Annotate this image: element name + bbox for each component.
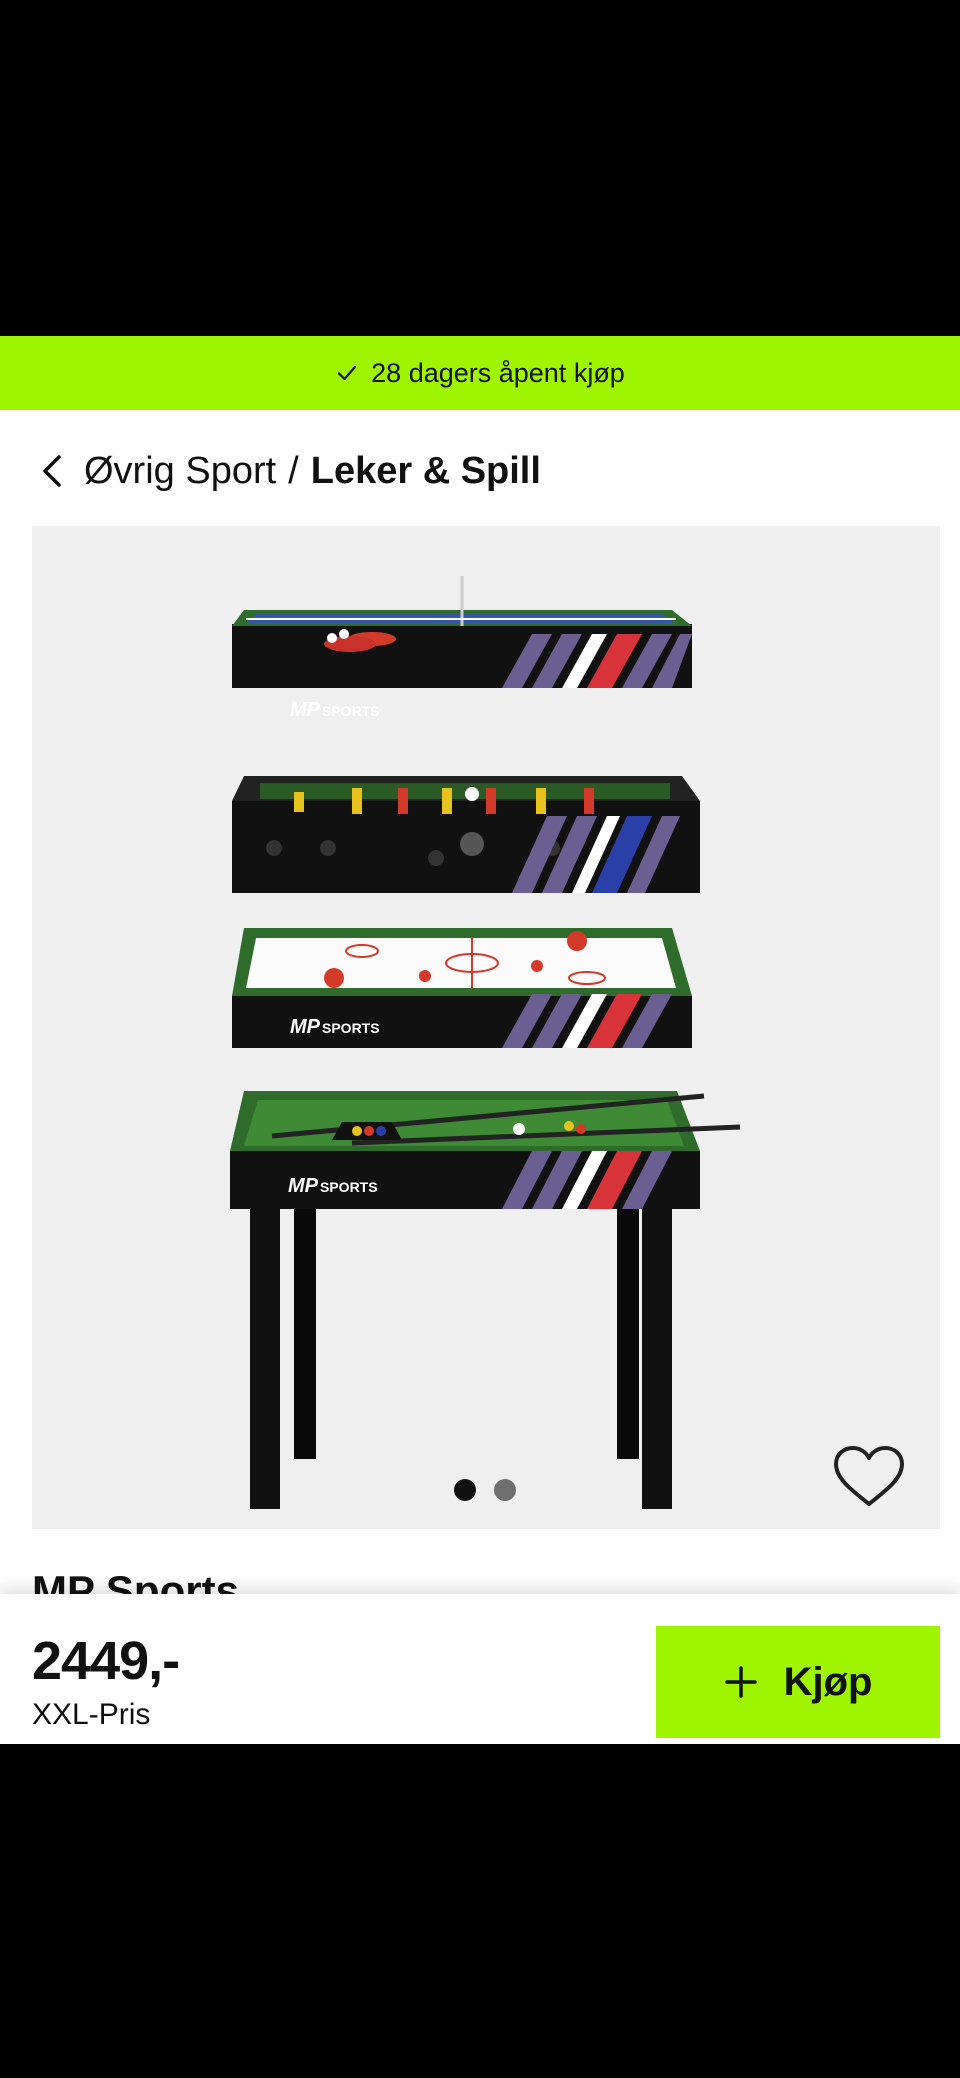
status-area [0,0,960,336]
promo-text: 28 dagers åpent kjøp [371,357,625,388]
check-icon [338,365,357,381]
price: 2449,- [32,1631,180,1691]
breadcrumb: Øvrig Sport / Leker & Spill [40,444,541,498]
foosball-top [232,776,700,893]
buy-button-label: Kjøp [783,1659,873,1704]
breadcrumb-current[interactable]: Leker & Spill [311,450,541,493]
table-tennis-top: MP SPORTS [232,576,692,721]
breadcrumb-parent-link[interactable]: Øvrig Sport [84,450,276,493]
svg-text:MP: MP [290,699,321,721]
carousel-dot-2[interactable] [494,1479,516,1501]
svg-text:SPORTS: SPORTS [322,703,380,719]
heart-icon[interactable] [832,1444,906,1510]
price-label: XXL-Pris [32,1698,151,1731]
product-image: MP SPORTS MP SPORTS MP SPORTS [230,576,741,1509]
carousel-dot-1[interactable] [454,1479,476,1501]
svg-text:SPORTS: SPORTS [320,1179,378,1195]
buy-button[interactable]: Kjøp [656,1626,940,1738]
purchase-bar: 2449,- XXL-Pris Kjøp [0,1594,960,1744]
product-image-gallery[interactable]: MP SPORTS MP SPORTS MP SPORTS [32,526,940,1529]
air-hockey-top: MP SPORTS [232,928,692,1048]
plus-icon [724,1666,757,1698]
svg-text:SPORTS: SPORTS [322,1020,380,1036]
breadcrumb-separator: / [288,449,299,492]
navigation-area [0,1744,960,2078]
back-icon[interactable] [40,451,74,491]
svg-text:MP: MP [288,1175,319,1197]
product-page: Øvrig Sport / Leker & Spill MP SPORTS MP… [0,410,960,1744]
carousel-dots [454,1479,516,1501]
pool-table: MP SPORTS [230,1091,741,1509]
promo-banner: 28 dagers åpent kjøp [0,336,960,410]
svg-text:MP: MP [290,1016,321,1038]
